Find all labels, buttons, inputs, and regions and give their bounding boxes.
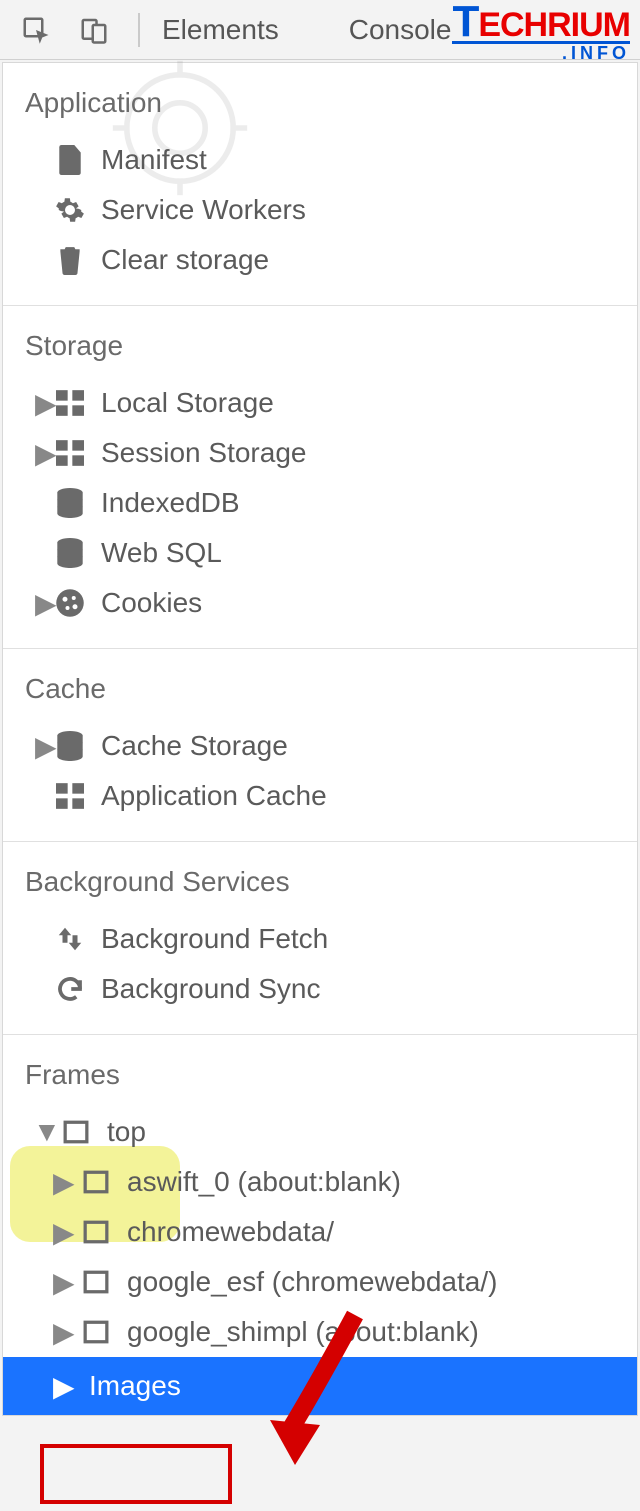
toolbar-separator [138,13,140,47]
item-session-storage[interactable]: ▶ Session Storage [3,428,637,478]
item-indexeddb[interactable]: IndexedDB [3,478,637,528]
item-manifest[interactable]: Manifest [3,135,637,185]
database-icon [53,488,87,518]
grid-icon [53,390,87,416]
application-panel: Application Manifest Service Workers Cle… [2,62,638,1416]
chevron-down-icon: ▼ [33,1116,61,1148]
tab-elements[interactable]: Elements [162,14,279,46]
section-title-application: Application [3,77,637,135]
item-label: Session Storage [101,437,306,469]
item-label: Background Sync [101,973,320,1005]
item-label: Local Storage [101,387,274,419]
item-web-sql[interactable]: Web SQL [3,528,637,578]
frame-icon [79,1270,113,1294]
section-background-services: Background Services Background Fetch Bac… [3,842,637,1035]
grid-icon [53,783,87,809]
device-toggle-icon[interactable] [76,12,112,48]
section-storage: Storage ▶ Local Storage ▶ Session Storag… [3,306,637,649]
item-label: Cache Storage [101,730,288,762]
database-icon [53,538,87,568]
item-label: Application Cache [101,780,327,812]
item-label: Clear storage [101,244,269,276]
item-label: Web SQL [101,537,222,569]
watermark-logo: TECHRIUM .INFO [452,4,630,61]
inspect-element-icon[interactable] [18,12,54,48]
item-label: Cookies [101,587,202,619]
item-cache-storage[interactable]: ▶ Cache Storage [3,721,637,771]
item-bg-fetch[interactable]: Background Fetch [3,914,637,964]
item-application-cache[interactable]: Application Cache [3,771,637,821]
frame-icon [79,1320,113,1344]
item-label: Background Fetch [101,923,328,955]
item-label: google_esf (chromewebdata/) [127,1266,497,1298]
chevron-right-icon: ▶ [53,1266,75,1299]
item-label: Images [89,1370,181,1402]
tab-console[interactable]: Console [349,14,452,46]
frame-icon [59,1120,93,1144]
item-label: Service Workers [101,194,306,226]
chevron-right-icon: ▶ [35,437,57,470]
item-label: top [107,1116,146,1148]
item-clear-storage[interactable]: Clear storage [3,235,637,285]
frame-top[interactable]: ▼ top [3,1107,637,1157]
chevron-right-icon: ▶ [35,387,57,420]
annotation-arrow-icon [260,1310,380,1470]
up-down-arrows-icon [53,924,87,954]
frame-icon [79,1220,113,1244]
section-application: Application Manifest Service Workers Cle… [3,63,637,306]
gear-icon [53,195,87,225]
chevron-right-icon: ▶ [53,1316,75,1349]
sync-icon [53,974,87,1004]
item-local-storage[interactable]: ▶ Local Storage [3,378,637,428]
chevron-right-icon: ▶ [53,1166,75,1199]
frame-google-esf[interactable]: ▶ google_esf (chromewebdata/) [3,1257,637,1307]
cookie-icon [53,588,87,618]
item-service-workers[interactable]: Service Workers [3,185,637,235]
item-label: chromewebdata/ [127,1216,334,1248]
section-title-cache: Cache [3,663,637,721]
database-icon [53,731,87,761]
item-label: aswift_0 (about:blank) [127,1166,401,1198]
chevron-right-icon: ▶ [53,1370,75,1403]
item-cookies[interactable]: ▶ Cookies [3,578,637,628]
section-title-storage: Storage [3,320,637,378]
item-label: Manifest [101,144,207,176]
chevron-right-icon: ▶ [35,587,57,620]
grid-icon [53,440,87,466]
trash-icon [53,245,87,275]
annotation-box [40,1444,232,1504]
frame-chromewebdata[interactable]: ▶ chromewebdata/ [3,1207,637,1257]
panel-tabs: Elements Console [162,14,451,46]
section-title-frames: Frames [3,1049,637,1107]
item-bg-sync[interactable]: Background Sync [3,964,637,1014]
section-title-bg: Background Services [3,856,637,914]
chevron-right-icon: ▶ [35,730,57,763]
frame-aswift[interactable]: ▶ aswift_0 (about:blank) [3,1157,637,1207]
section-cache: Cache ▶ Cache Storage Application Cache [3,649,637,842]
item-label: IndexedDB [101,487,240,519]
chevron-right-icon: ▶ [53,1216,75,1249]
file-icon [53,145,87,175]
frame-icon [79,1170,113,1194]
